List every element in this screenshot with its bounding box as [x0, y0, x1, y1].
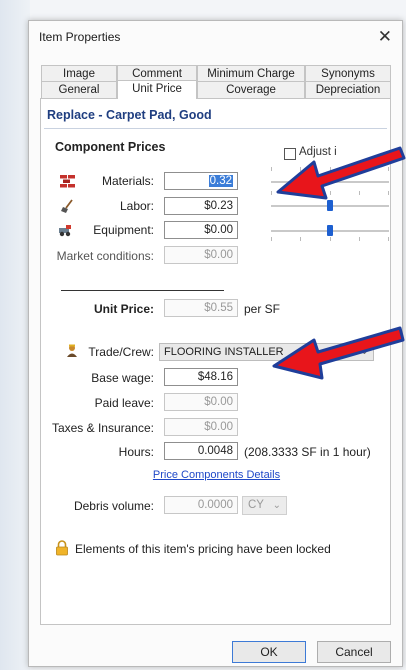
labor-slider-ticks [271, 191, 389, 197]
trade-crew-label: Trade/Crew: [88, 345, 154, 359]
trade-crew-value: FLOORING INSTALLER [164, 346, 284, 358]
ok-button[interactable]: OK [232, 641, 306, 663]
tab-general[interactable]: General [41, 81, 117, 98]
shovel-icon [61, 199, 73, 213]
debris-volume-field: 0.0000 [164, 496, 238, 514]
price-components-details-link[interactable]: Price Components Details [41, 469, 392, 481]
paid-leave-label: Paid leave: [94, 396, 154, 410]
chevron-down-icon: ⌄ [272, 500, 281, 511]
dialog-title: Item Properties [39, 30, 121, 44]
materials-label: Materials: [101, 174, 154, 188]
equipment-field[interactable]: $0.00 [164, 221, 238, 239]
base-wage-field[interactable]: $48.16 [164, 368, 238, 386]
background-panel [0, 0, 30, 670]
tab-synonyms[interactable]: Synonyms [305, 65, 391, 82]
debris-volume-label: Debris volume: [73, 499, 154, 513]
unit-price-unit: per SF [244, 302, 281, 316]
taxes-insurance-label: Taxes & Insurance: [51, 421, 154, 435]
debris-unit-value: CY [248, 499, 264, 511]
unit-price-divider [61, 290, 224, 291]
labor-slider-thumb[interactable] [327, 200, 333, 211]
labor-field[interactable]: $0.23 [164, 197, 238, 215]
chevron-down-icon: ⌄ [359, 345, 369, 357]
hours-label: Hours: [118, 445, 154, 459]
cancel-button[interactable]: Cancel [317, 641, 391, 663]
adjust-checkbox[interactable] [284, 148, 296, 160]
worker-icon [67, 344, 77, 357]
paid-leave-field: $0.00 [164, 393, 238, 411]
item-properties-dialog: Item Properties ✕ Image Comment Minimum … [28, 20, 403, 667]
base-wage-label: Base wage: [91, 371, 154, 385]
tab-coverage[interactable]: Coverage [197, 81, 305, 98]
taxes-insurance-field: $0.00 [164, 418, 238, 436]
equipment-slider-ticks [271, 237, 389, 243]
item-name: Replace - Carpet Pad, Good [47, 108, 212, 122]
materials-field[interactable]: 0.32 [164, 172, 238, 190]
unit-price-panel: Replace - Carpet Pad, Good Component Pri… [40, 98, 391, 625]
hours-note: (208.3333 SF in 1 hour) [244, 445, 371, 459]
close-icon[interactable]: ✕ [378, 27, 392, 47]
tab-minimum-charge[interactable]: Minimum Charge [197, 65, 305, 82]
trade-crew-select[interactable]: FLOORING INSTALLER ⌄ [159, 343, 374, 361]
header-divider [44, 128, 387, 129]
unit-price-label: Unit Price: [93, 302, 154, 316]
market-conditions-field: $0.00 [164, 246, 238, 264]
hours-field[interactable]: 0.0048 [164, 442, 238, 460]
lock-icon [56, 540, 68, 556]
tab-image[interactable]: Image [41, 65, 117, 82]
debris-unit-select[interactable]: CY ⌄ [242, 496, 287, 515]
tab-row-bottom: General Unit Price Coverage Depreciation [41, 80, 391, 99]
dialog-footer: OK Cancel [29, 625, 402, 668]
labor-label: Labor: [119, 199, 154, 213]
bricks-icon [60, 175, 75, 188]
equipment-icon [59, 225, 71, 237]
component-prices-heading: Component Prices [55, 140, 166, 154]
unit-price-field: $0.55 [164, 299, 238, 317]
market-conditions-label: Market conditions: [56, 249, 154, 263]
tab-row-top: Image Comment Minimum Charge Synonyms [41, 65, 391, 82]
materials-slider[interactable] [271, 181, 389, 183]
equipment-slider-thumb[interactable] [327, 225, 333, 236]
materials-slider-ticks [271, 167, 389, 173]
tab-unit-price[interactable]: Unit Price [117, 80, 197, 99]
materials-value: 0.32 [208, 175, 233, 187]
tab-depreciation[interactable]: Depreciation [305, 81, 391, 98]
title-bar: Item Properties ✕ [29, 21, 402, 53]
adjust-label: Adjust i [299, 146, 337, 158]
lock-message: Elements of this item's pricing have bee… [75, 542, 331, 556]
equipment-label: Equipment: [93, 223, 154, 237]
